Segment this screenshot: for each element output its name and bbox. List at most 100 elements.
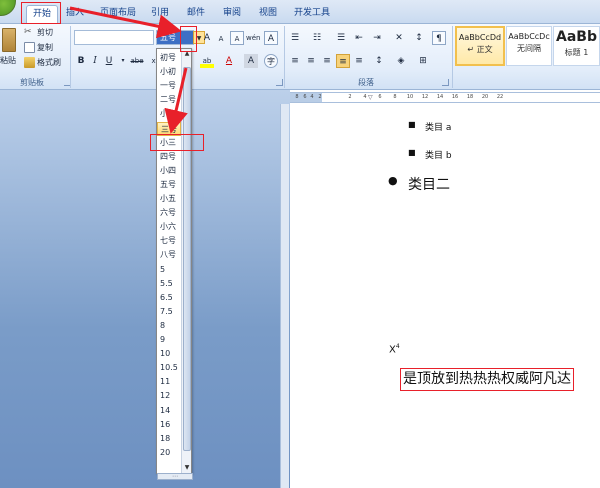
font-size-option[interactable]: 10 (157, 347, 181, 361)
font-size-option[interactable]: 六号 (157, 206, 181, 220)
font-size-option[interactable]: 初号 (157, 51, 181, 65)
vertical-ruler (280, 104, 289, 488)
copy-label: 复制 (37, 43, 53, 52)
brush-icon (24, 57, 35, 68)
font-size-option[interactable]: 16 (157, 418, 181, 432)
style-normal-name: ↵ 正文 (467, 45, 493, 54)
font-size-option[interactable]: 12 (157, 389, 181, 403)
chinese-layout-icon[interactable]: ✕ (392, 31, 406, 45)
document-page[interactable] (290, 104, 600, 488)
line-spacing-icon[interactable]: ↕ (372, 54, 386, 68)
font-launcher-icon[interactable] (276, 79, 283, 86)
indent-marker-icon[interactable]: ▽ (368, 93, 373, 102)
resize-grip-icon[interactable]: ⋯ (157, 473, 193, 480)
multilevel-list-icon[interactable]: ☰ (334, 31, 348, 45)
ruler-tick: 8 (393, 94, 397, 100)
office-button[interactable] (0, 0, 16, 16)
font-size-option[interactable]: 9 (157, 333, 181, 347)
ruler-tick: 22 (496, 94, 504, 100)
font-size-option[interactable]: 七号 (157, 234, 181, 248)
align-right-icon[interactable]: ≡ (320, 54, 334, 68)
annotation-box (150, 134, 204, 151)
align-left-icon[interactable]: ≡ (288, 54, 302, 68)
style-no-spacing[interactable]: AaBbCcDc 无间隔 (506, 26, 552, 66)
copy-button[interactable]: 复制 (24, 41, 53, 55)
font-size-option[interactable]: 四号 (157, 150, 181, 164)
font-size-option[interactable]: 8 (157, 319, 181, 333)
character-shading-button[interactable]: A (244, 54, 258, 68)
style-heading-1[interactable]: AaBb 标题 1 (553, 26, 600, 66)
font-size-option[interactable]: 小二 (157, 107, 181, 121)
scroll-down-icon[interactable]: ▼ (182, 463, 192, 473)
font-size-option[interactable]: 14 (157, 404, 181, 418)
font-size-option[interactable]: 五号 (157, 178, 181, 192)
font-size-option[interactable]: 5.5 (157, 277, 181, 291)
tab-developer[interactable]: 开发工具 (290, 5, 334, 24)
tab-view[interactable]: 视图 (254, 5, 282, 24)
sort-icon[interactable]: ↕ (412, 31, 426, 45)
numbering-icon[interactable]: ☷ (310, 31, 324, 45)
style-heading-1-preview: AaBb (556, 29, 597, 45)
shading-icon[interactable]: ◈ (394, 54, 408, 68)
tab-insert[interactable]: 插入 (60, 5, 90, 24)
font-size-option[interactable]: 小六 (157, 220, 181, 234)
cut-button[interactable]: ✂ 剪切 (24, 26, 53, 40)
grow-font-button[interactable]: A (200, 31, 214, 45)
ruler-tick: 12 (421, 94, 429, 100)
font-size-option[interactable]: 18 (157, 432, 181, 446)
font-size-option[interactable]: 11 (157, 375, 181, 389)
font-size-option[interactable]: 5 (157, 263, 181, 277)
cut-label: 剪切 (37, 28, 53, 37)
font-size-option[interactable]: 一号 (157, 79, 181, 93)
bold-button[interactable]: B (74, 54, 88, 68)
align-center-icon[interactable]: ≡ (304, 54, 318, 68)
character-border-button[interactable]: A (264, 31, 278, 45)
format-painter-button[interactable]: 格式刷 (24, 56, 61, 70)
decrease-indent-icon[interactable]: ⇤ (352, 31, 366, 45)
paste-icon[interactable] (2, 28, 16, 52)
tab-references[interactable]: 引用 (146, 5, 174, 24)
font-size-dropdown-list[interactable]: ▲ ▼ 初号 小初 一号 二号 小二 三号 小三 四号 小四 五号 小五 六号 小六 七号 八号 5 5.5 6.… (156, 48, 193, 480)
bullet-marker: ● (388, 174, 398, 187)
increase-indent-icon[interactable]: ⇥ (370, 31, 384, 45)
font-size-option[interactable]: 7.5 (157, 305, 181, 319)
group-divider (452, 26, 453, 88)
font-size-option[interactable]: 小初 (157, 65, 181, 79)
scrollbar-thumb[interactable] (183, 67, 191, 451)
bullets-icon[interactable]: ☰ (288, 31, 302, 45)
font-color-button[interactable]: A (222, 54, 236, 68)
superscript-exponent: 4 (395, 343, 400, 350)
font-size-option[interactable]: 20 (157, 446, 181, 460)
underline-button[interactable]: U (102, 54, 116, 68)
tab-review[interactable]: 审阅 (218, 5, 246, 24)
paste-button[interactable]: 粘贴 (0, 54, 16, 68)
ribbon: 粘贴 ✂ 剪切 复制 格式刷 剪贴板 五号 ▼ A A A wén A B I U… (0, 24, 600, 90)
distributed-icon[interactable]: ≡ (352, 54, 366, 68)
dropdown-scrollbar[interactable]: ▲ ▼ (181, 49, 191, 473)
font-size-option[interactable]: 6.5 (157, 291, 181, 305)
strikethrough-button[interactable]: abe (128, 54, 146, 68)
font-size-option[interactable]: 10.5 (157, 361, 181, 375)
justify-icon[interactable]: ≡ (336, 54, 350, 68)
shrink-font-button[interactable]: A (214, 32, 228, 46)
enclose-characters-button[interactable]: 字 (264, 54, 278, 68)
borders-icon[interactable]: ⊞ (416, 54, 430, 68)
font-size-option[interactable]: 二号 (157, 93, 181, 107)
italic-button[interactable]: I (88, 54, 102, 68)
tab-mailings[interactable]: 邮件 (182, 5, 210, 24)
clear-format-button[interactable]: A (230, 31, 244, 45)
font-size-option[interactable]: 小四 (157, 164, 181, 178)
show-marks-icon[interactable]: ¶ (432, 31, 446, 45)
highlight-button[interactable]: ab (200, 54, 214, 68)
phonetic-guide-button[interactable]: wén (246, 31, 260, 45)
font-name-combo[interactable] (74, 30, 154, 45)
horizontal-ruler[interactable]: 8 6 4 2 2 4 6 8 10 12 14 16 18 20 22 ▽ (290, 92, 600, 103)
ruler-tick: 18 (466, 94, 474, 100)
tab-page-layout[interactable]: 页面布局 (98, 5, 138, 24)
ruler-tick: 2 (318, 94, 322, 100)
font-size-option[interactable]: 小五 (157, 192, 181, 206)
font-size-option[interactable]: 八号 (157, 248, 181, 262)
paragraph-launcher-icon[interactable] (442, 79, 449, 86)
doc-list-item: 类目二 (408, 177, 450, 193)
style-normal[interactable]: AaBbCcDd ↵ 正文 (455, 26, 505, 66)
